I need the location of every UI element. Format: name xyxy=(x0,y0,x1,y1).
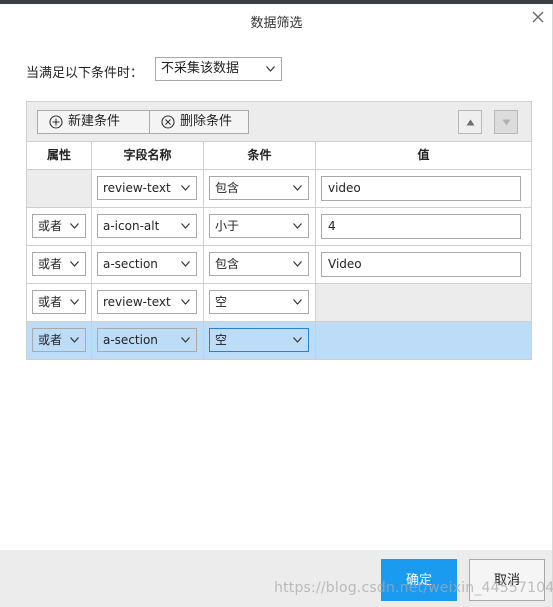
delete-condition-label: 删除条件 xyxy=(180,114,233,129)
arrow-down-icon xyxy=(502,119,511,126)
value-cell: Video xyxy=(316,246,531,283)
value-cell: 4 xyxy=(316,208,531,245)
table-row[interactable]: 或者 a-section 空 xyxy=(27,322,531,360)
field-value: review-text xyxy=(103,181,171,195)
field-select[interactable]: review-text xyxy=(97,290,197,314)
relation-value: 或者 xyxy=(38,219,63,233)
chevron-down-icon xyxy=(293,337,302,343)
header-value: 值 xyxy=(417,148,430,162)
field-cell: a-section xyxy=(92,246,204,283)
relation-select[interactable]: 或者 xyxy=(32,252,86,276)
condition-value: 空 xyxy=(215,295,228,309)
close-icon[interactable] xyxy=(531,10,545,24)
plus-circle-icon xyxy=(49,115,63,129)
table-header: 属性 字段名称 条件 值 xyxy=(27,142,531,170)
relation-cell xyxy=(27,170,92,207)
chevron-down-icon xyxy=(266,66,275,72)
condition-value: 小于 xyxy=(215,219,240,233)
condition-value: 包含 xyxy=(215,181,240,195)
chevron-down-icon xyxy=(181,261,190,267)
condition-select[interactable]: 包含 xyxy=(209,252,309,276)
relation-cell: 或者 xyxy=(27,246,92,283)
condition-value: 包含 xyxy=(215,257,240,271)
chevron-down-icon xyxy=(70,299,79,305)
field-cell: a-icon-alt xyxy=(92,208,204,245)
condition-cell: 包含 xyxy=(204,170,316,207)
header-condition: 条件 xyxy=(204,142,316,170)
relation-value: 或者 xyxy=(38,295,63,309)
relation-value: 或者 xyxy=(38,333,63,347)
value-input[interactable]: Video xyxy=(321,252,521,277)
chevron-down-icon xyxy=(181,337,190,343)
value-input[interactable]: video xyxy=(321,176,521,201)
chevron-down-icon xyxy=(293,185,302,191)
condition-cell: 空 xyxy=(204,322,316,359)
add-condition-label: 新建条件 xyxy=(68,114,121,129)
condition-cell: 包含 xyxy=(204,246,316,283)
relation-select[interactable]: 或者 xyxy=(32,290,86,314)
field-cell: a-section xyxy=(92,322,204,359)
field-value: a-icon-alt xyxy=(103,219,160,233)
filter-mode-value: 不采集该数据 xyxy=(161,61,240,76)
field-select[interactable]: a-section xyxy=(97,328,197,352)
field-cell: review-text xyxy=(92,284,204,321)
arrow-up-icon xyxy=(466,119,475,126)
window-top-edge xyxy=(0,0,553,4)
add-condition-button[interactable]: 新建条件 xyxy=(37,110,163,134)
table-row[interactable]: 或者 a-icon-alt 小于 4 xyxy=(27,208,531,246)
relation-cell: 或者 xyxy=(27,284,92,321)
header-field: 字段名称 xyxy=(92,142,204,170)
condition-toolbar: 新建条件 删除条件 xyxy=(27,102,531,142)
condition-select[interactable]: 空 xyxy=(209,328,309,352)
value-cell xyxy=(316,284,531,321)
times-circle-icon xyxy=(161,115,175,129)
field-select[interactable]: a-section xyxy=(97,252,197,276)
chevron-down-icon xyxy=(70,223,79,229)
relation-cell: 或者 xyxy=(27,322,92,359)
chevron-down-icon xyxy=(181,223,190,229)
header-relation: 属性 xyxy=(27,142,92,170)
chevron-down-icon xyxy=(70,337,79,343)
value-cell xyxy=(316,322,531,359)
table-row[interactable]: 或者 a-section 包含 Video xyxy=(27,246,531,284)
filter-mode-select[interactable]: 不采集该数据 xyxy=(155,57,282,81)
relation-cell: 或者 xyxy=(27,208,92,245)
chevron-down-icon xyxy=(293,223,302,229)
chevron-down-icon xyxy=(181,185,190,191)
condition-select[interactable]: 小于 xyxy=(209,214,309,238)
condition-label: 当满足以下条件时： xyxy=(26,66,144,81)
data-filter-dialog: 数据筛选 当满足以下条件时： 不采集该数据 新建条件 删除条件 属性 字段名称 … xyxy=(0,0,553,607)
field-cell: review-text xyxy=(92,170,204,207)
chevron-down-icon xyxy=(181,299,190,305)
move-up-button[interactable] xyxy=(458,110,482,134)
chevron-down-icon xyxy=(293,299,302,305)
field-select[interactable]: review-text xyxy=(97,176,197,200)
dialog-title: 数据筛选 xyxy=(250,16,303,31)
table-row[interactable]: 或者 review-text 空 xyxy=(27,284,531,322)
relation-value: 或者 xyxy=(38,257,63,271)
chevron-down-icon xyxy=(293,261,302,267)
field-value: a-section xyxy=(103,257,158,271)
watermark-text: https://blog.csdn.net/weixin_44557104 xyxy=(274,580,553,596)
field-select[interactable]: a-icon-alt xyxy=(97,214,197,238)
condition-panel: 新建条件 删除条件 属性 字段名称 条件 值 review-text 包含 vi… xyxy=(26,101,532,360)
condition-select[interactable]: 包含 xyxy=(209,176,309,200)
field-value: review-text xyxy=(103,295,171,309)
condition-cell: 小于 xyxy=(204,208,316,245)
value-input[interactable]: 4 xyxy=(321,214,521,239)
condition-value: 空 xyxy=(215,333,228,347)
chevron-down-icon xyxy=(70,261,79,267)
condition-select[interactable]: 空 xyxy=(209,290,309,314)
table-row[interactable]: review-text 包含 video xyxy=(27,170,531,208)
move-down-button[interactable] xyxy=(494,110,518,134)
field-value: a-section xyxy=(103,333,158,347)
condition-cell: 空 xyxy=(204,284,316,321)
value-cell: video xyxy=(316,170,531,207)
relation-select[interactable]: 或者 xyxy=(32,214,86,238)
relation-select[interactable]: 或者 xyxy=(32,328,86,352)
delete-condition-button[interactable]: 删除条件 xyxy=(149,110,249,134)
